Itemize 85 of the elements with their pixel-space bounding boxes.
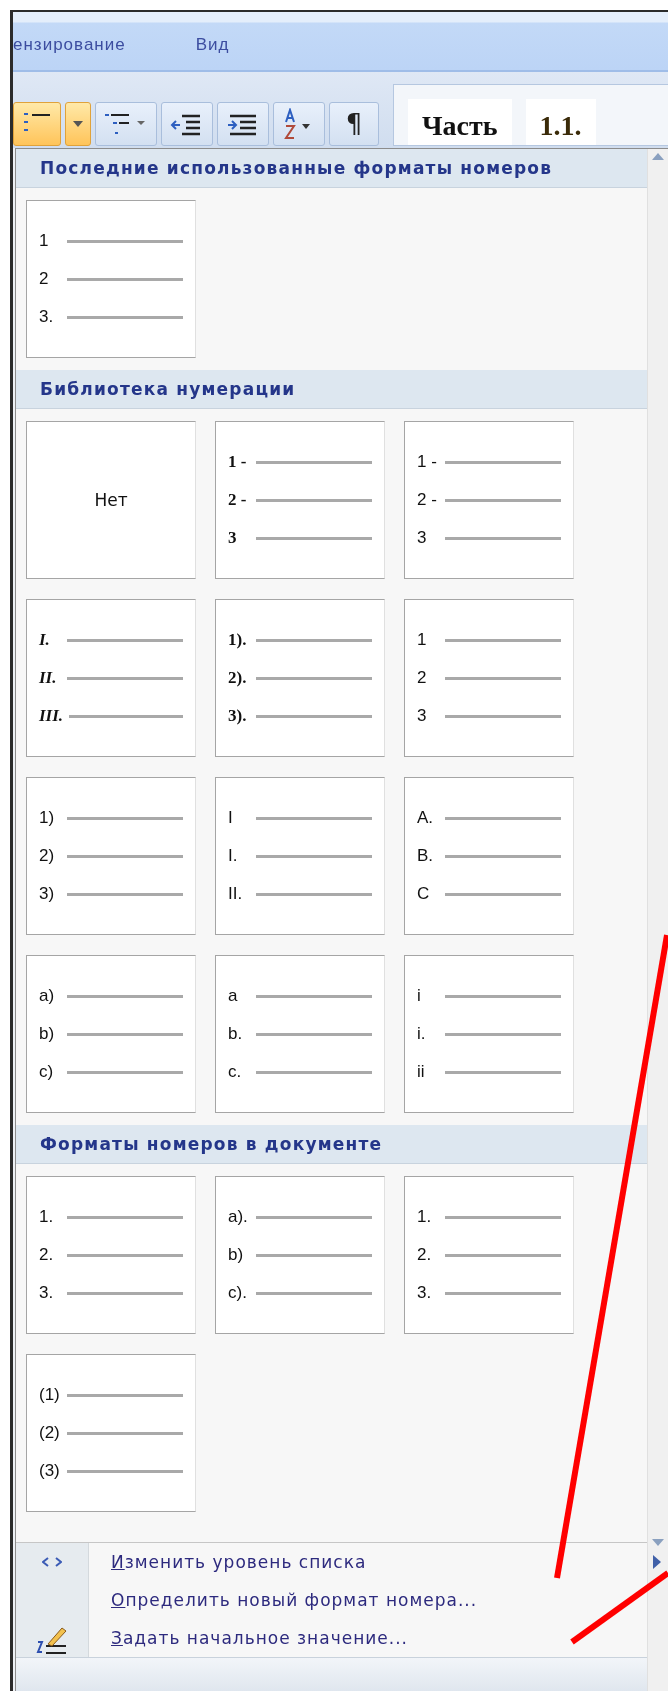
section-header: Библиотека нумерации (16, 370, 647, 409)
menu-item[interactable]: Изменить уровень списка (111, 1552, 367, 1572)
sort-button[interactable] (273, 102, 325, 146)
numbering-format-option[interactable]: (1) (2) (3) (26, 1354, 196, 1512)
list-number: 1 - (417, 452, 438, 472)
numbering-format-option[interactable]: a). b) c). (215, 1176, 385, 1334)
numbering-format-option[interactable]: i i. ii (404, 955, 574, 1113)
list-number: a). (228, 1207, 249, 1227)
list-number: II. (39, 668, 58, 688)
style-preview[interactable]: 1.1. (525, 99, 596, 145)
dropdown-button[interactable] (65, 102, 91, 146)
ribbon-tab[interactable]: Вид (195, 35, 230, 55)
numbering-format-option[interactable]: 1) 2) 3) (26, 777, 196, 935)
list-number: II. (228, 884, 244, 904)
numbering-format-option[interactable]: 1 2 3. (26, 200, 196, 358)
menu-item[interactable]: Задать начальное значение... (111, 1628, 408, 1648)
list-number: C (417, 884, 431, 904)
list-number: 3. (417, 1283, 433, 1303)
numbering-format-option[interactable]: 1 2 3 (404, 599, 574, 757)
list-number: b) (228, 1245, 245, 1265)
show-formatting-button[interactable]: ¶ (329, 102, 379, 146)
numbering-format-option[interactable]: 1 - 2 - 3 (215, 421, 385, 579)
list-number: 2) (39, 846, 56, 866)
list-number: III. (39, 706, 64, 726)
multilevel-list-button[interactable] (95, 102, 157, 146)
numbering-format-option[interactable]: I. II. III. (26, 599, 196, 757)
list-number: c. (228, 1062, 243, 1082)
list-number: 3 (228, 528, 238, 548)
style-preview[interactable]: Часть (408, 99, 512, 145)
list-number: 2. (39, 1245, 55, 1265)
list-number: 2 (39, 269, 50, 289)
list-number: 3). (228, 706, 248, 726)
list-number: I. (228, 846, 239, 866)
option-label: Нет (94, 490, 128, 510)
list-number: 2 - (417, 490, 438, 510)
list-number: 2 (417, 668, 428, 688)
list-number: 3 (417, 706, 428, 726)
list-number: 3 (417, 528, 428, 548)
menu-item[interactable]: Определить новый формат номера... (111, 1590, 478, 1610)
list-number: a (228, 986, 239, 1006)
list-number: i. (417, 1024, 427, 1044)
list-number: 2. (417, 1245, 433, 1265)
numbering-format-option[interactable]: 1). 2). 3). (215, 599, 385, 757)
list-number: 3. (39, 1283, 55, 1303)
list-number: 1 (39, 231, 50, 251)
list-number: (2) (39, 1423, 61, 1443)
list-number: I. (39, 630, 51, 650)
ribbon-tab[interactable]: ензирование (13, 35, 126, 55)
numbering-button[interactable] (13, 102, 61, 146)
list-number: 1). (228, 630, 248, 650)
list-number: 1 - (228, 452, 248, 472)
decrease-indent-button[interactable] (161, 102, 213, 146)
list-number: a) (39, 986, 56, 1006)
section-header: Форматы номеров в документе (16, 1125, 647, 1164)
list-number: 1 (417, 630, 428, 650)
numbering-format-option[interactable]: A. B. C (404, 777, 574, 935)
list-number: 1) (39, 808, 56, 828)
list-number: I (228, 808, 234, 828)
list-number: b. (228, 1024, 244, 1044)
list-number: 1. (39, 1207, 55, 1227)
caret-icon (73, 121, 83, 127)
numbering-format-option[interactable]: I I. II. (215, 777, 385, 935)
list-number: 2). (228, 668, 248, 688)
list-number: i (417, 986, 422, 1006)
numbering-format-option[interactable]: 1 - 2 - 3 (404, 421, 574, 579)
angle-brackets-icon (42, 1557, 62, 1567)
list-number: (1) (39, 1385, 61, 1405)
list-number: 3) (39, 884, 56, 904)
list-number: ii (417, 1062, 426, 1082)
list-number: B. (417, 846, 435, 866)
numbering-format-option[interactable]: a) b) c) (26, 955, 196, 1113)
section-header: Последние использованные форматы номеров (16, 149, 647, 188)
numbering-format-option[interactable]: a b. c. (215, 955, 385, 1113)
increase-indent-button[interactable] (217, 102, 269, 146)
list-number: c). (228, 1283, 248, 1303)
list-number: (3) (39, 1461, 61, 1481)
list-number: c) (39, 1062, 55, 1082)
list-number: 1. (417, 1207, 433, 1227)
list-number: 2 - (228, 490, 248, 510)
numbering-format-option[interactable]: 1. 2. 3. (404, 1176, 574, 1334)
list-number: A. (417, 808, 435, 828)
list-number: b) (39, 1024, 56, 1044)
numbering-format-option[interactable]: Нет (26, 421, 196, 579)
list-number: 3. (39, 307, 55, 327)
numbering-format-option[interactable]: 1. 2. 3. (26, 1176, 196, 1334)
